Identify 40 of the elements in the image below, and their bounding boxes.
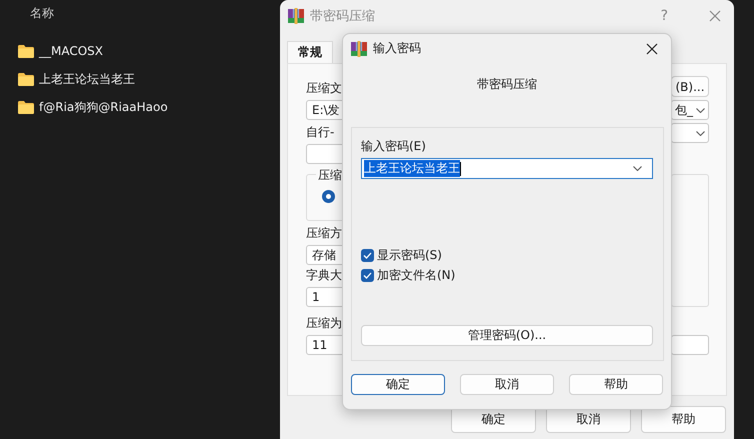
window-title: 输入密码: [373, 40, 422, 57]
field-label: 压缩文: [306, 80, 342, 97]
manage-passwords-button[interactable]: 管理密码(O)...: [361, 325, 653, 346]
field-label: 压缩方: [306, 225, 342, 242]
folder-name[interactable]: 上老王论坛当老王: [39, 70, 135, 88]
field-label: 压缩为: [306, 315, 342, 332]
radio-button[interactable]: [322, 190, 335, 203]
column-header[interactable]: 名称: [30, 5, 54, 22]
dialog-button[interactable]: 取消: [460, 374, 554, 395]
password-combobox[interactable]: 上老王论坛当老王: [361, 158, 653, 179]
field-label: 自行-: [306, 124, 334, 141]
field-label: 输入密码(E): [361, 138, 426, 155]
profile-dropdown[interactable]: 包_: [671, 100, 709, 120]
folder-icon: [18, 72, 34, 86]
books-icon: [288, 8, 304, 24]
browse-button[interactable]: (B)...: [671, 76, 709, 97]
folder-icon: [18, 100, 34, 114]
input-field[interactable]: [671, 335, 709, 355]
folder-name[interactable]: __MACOSX: [39, 44, 104, 58]
chevron-down-icon: [633, 166, 642, 171]
checkbox[interactable]: [361, 268, 374, 282]
checkbox-label[interactable]: 加密文件名(N): [377, 266, 456, 284]
dialog-button[interactable]: 确定: [351, 374, 445, 395]
dialog-heading: 带密码压缩: [477, 76, 537, 93]
dialog-button[interactable]: 帮助: [641, 406, 726, 433]
checkbox[interactable]: [361, 248, 374, 262]
dialog-button[interactable]: 帮助: [569, 374, 663, 395]
field-label: 字典大: [306, 267, 342, 284]
folder-name[interactable]: f@Ria狗狗@RiaaHaoo: [39, 98, 168, 116]
window-title: 带密码压缩: [310, 8, 376, 25]
tab[interactable]: 常规: [287, 41, 333, 63]
check-icon: [363, 252, 372, 258]
close-icon: [646, 42, 658, 54]
check-icon: [363, 272, 372, 278]
folder-icon: [18, 44, 34, 58]
close-icon: [709, 10, 721, 22]
chevron-down-icon: [696, 108, 705, 112]
chevron-down-icon: [696, 130, 705, 136]
books-icon: [351, 40, 367, 56]
checkbox-label[interactable]: 显示密码(S): [377, 246, 442, 264]
